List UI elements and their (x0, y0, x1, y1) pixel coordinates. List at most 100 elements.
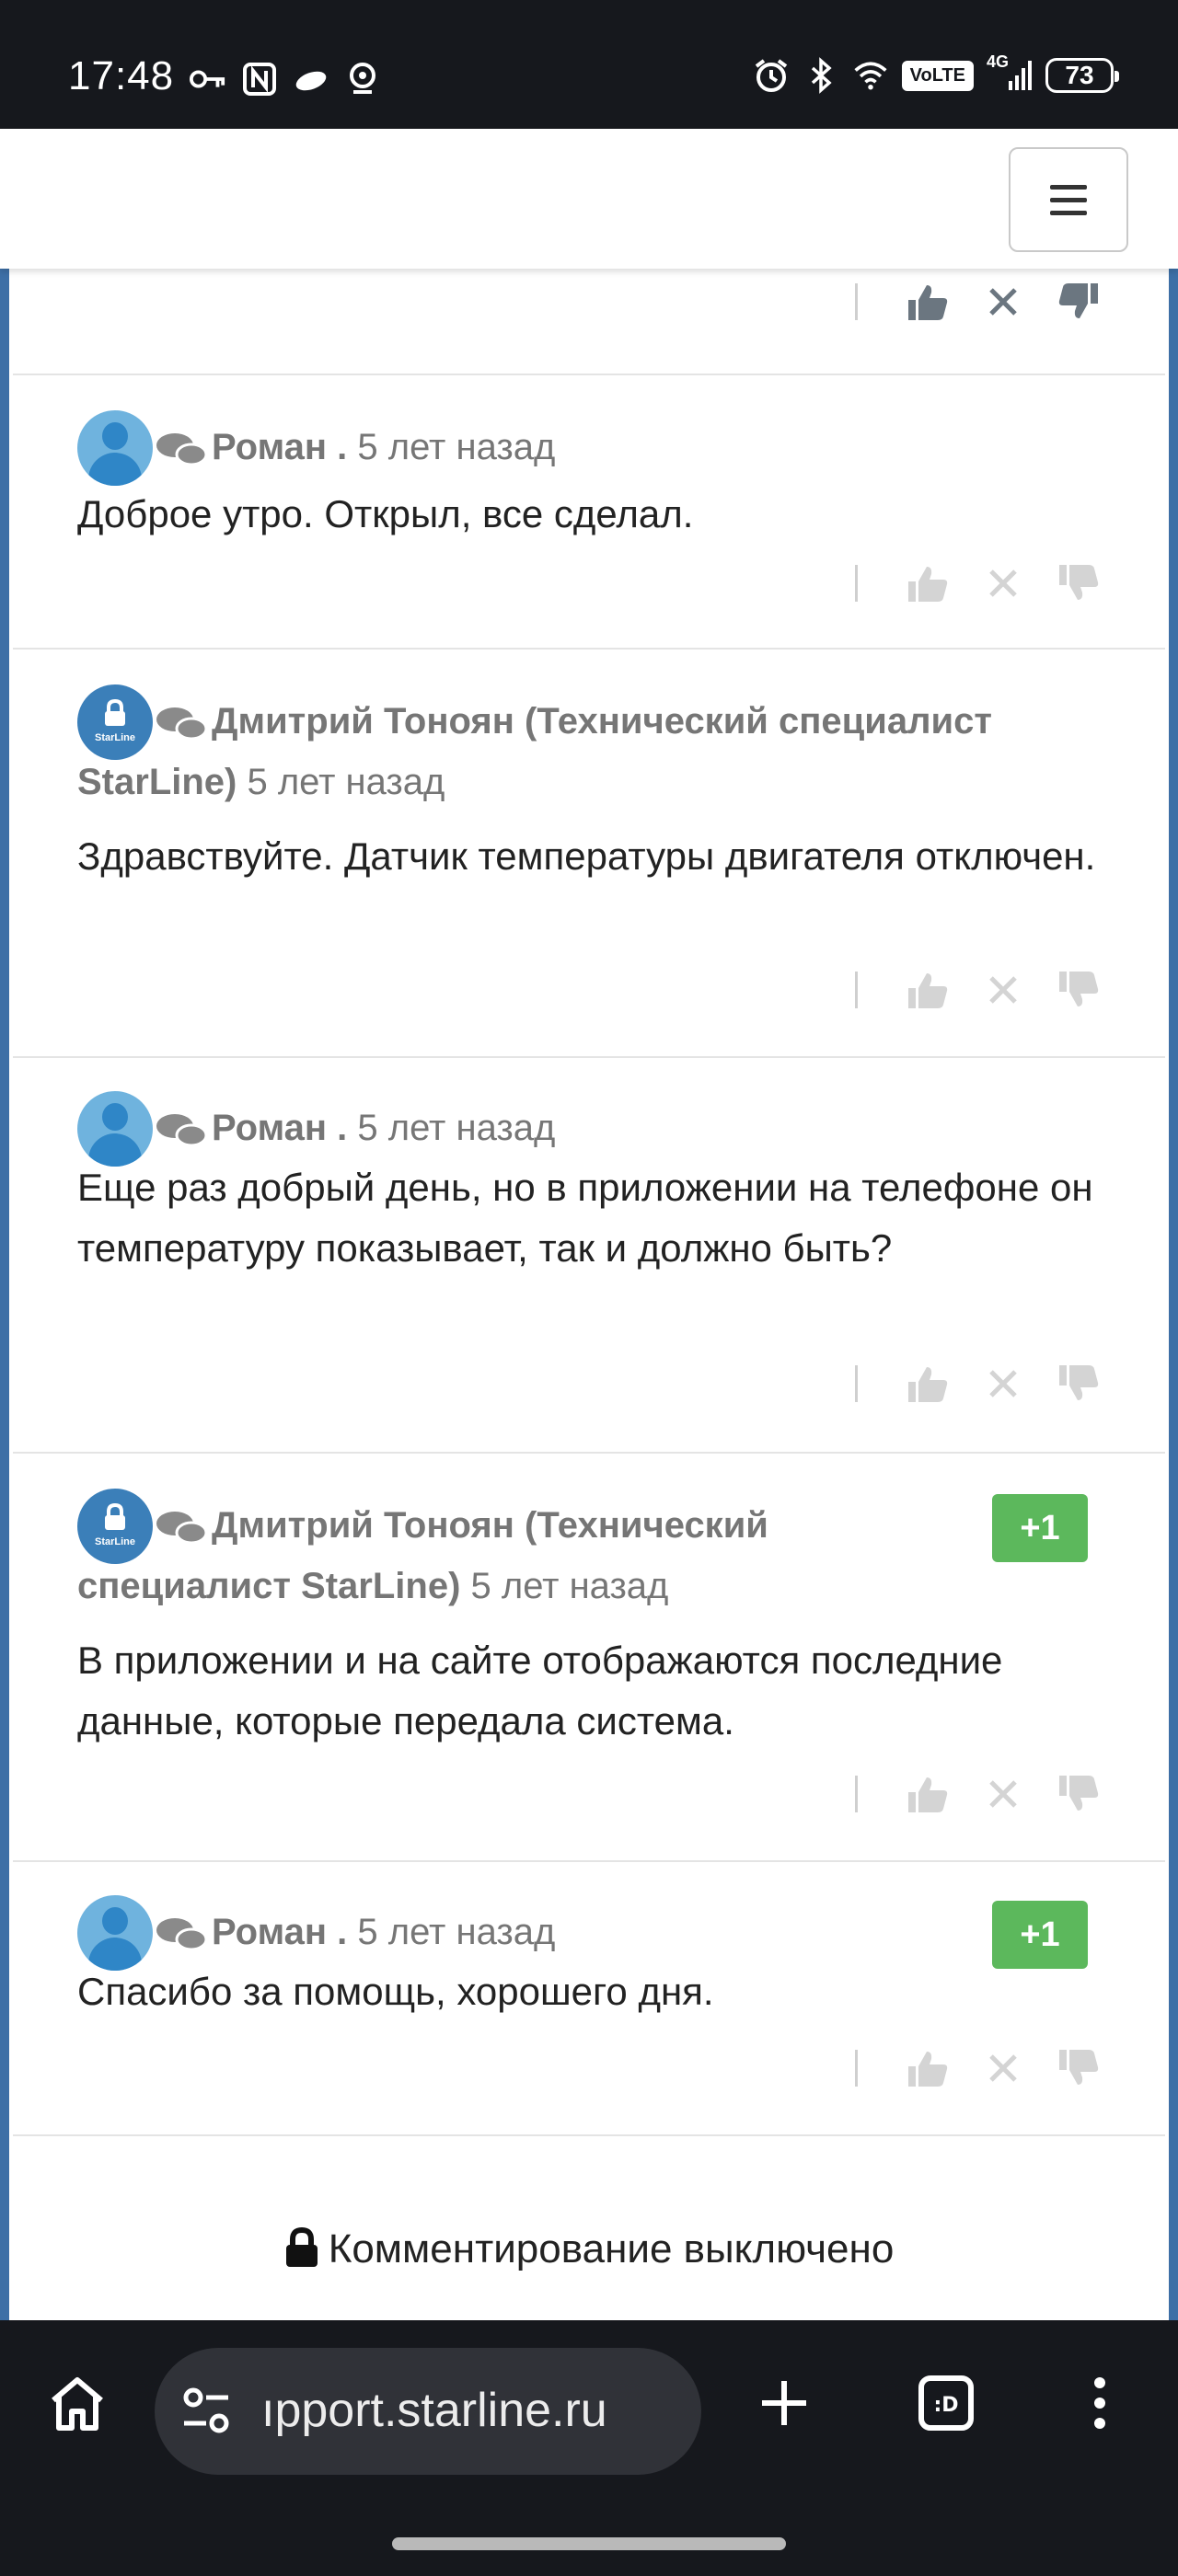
comment: Роман . 5 лет назад +1 Спасибо за помощь… (13, 1862, 1165, 2136)
thumbs-up-icon[interactable] (906, 1362, 950, 1406)
battery-indicator: 73 (1045, 58, 1119, 93)
vote-controls (855, 1362, 1101, 1406)
comment: StarLine Дмитрий Тоноян (Технический спе… (13, 650, 1165, 1058)
thumbs-down-icon[interactable] (1057, 968, 1101, 1012)
comment-author-cont[interactable]: StarLine) (77, 762, 237, 802)
key-icon (190, 61, 226, 98)
comment-meta: Роман . 5 лет назад (155, 410, 555, 484)
status-bar: 17:48 VoLTE 4G 73 (0, 0, 1178, 129)
wifi-icon (852, 57, 889, 94)
comment: Роман . 5 лет назад Доброе утро. Открыл,… (13, 375, 1165, 650)
cloud-icon (293, 61, 329, 98)
comment-meta: Роман . 5 лет назад (155, 1895, 555, 1969)
vote-divider (855, 283, 858, 320)
avatar[interactable]: StarLine (77, 1489, 153, 1564)
browser-toolbar: ıpport.starline.ru :D (0, 2320, 1178, 2576)
notification-icons (190, 59, 381, 99)
site-settings-icon[interactable] (180, 2385, 232, 2436)
system-icons: VoLTE 4G 73 (753, 53, 1119, 94)
comment-author[interactable]: Роман . (212, 1108, 347, 1148)
thumbs-up-icon[interactable] (906, 561, 950, 605)
tab-switcher-button[interactable]: :D (909, 2366, 983, 2440)
thumbs-down-icon[interactable] (1057, 1772, 1101, 1816)
address-bar[interactable]: ıpport.starline.ru (155, 2348, 701, 2475)
svg-text::D: :D (933, 2394, 958, 2417)
thumbs-down-icon[interactable] (1057, 2046, 1101, 2090)
close-icon[interactable] (981, 561, 1025, 605)
home-button[interactable] (40, 2366, 114, 2440)
menu-button[interactable] (1009, 147, 1128, 252)
close-icon[interactable] (981, 2046, 1025, 2090)
thumbs-down-icon[interactable] (1057, 280, 1101, 324)
rating-badge: +1 (992, 1494, 1088, 1562)
plus-icon (762, 2381, 806, 2425)
avatar[interactable] (77, 1091, 153, 1167)
url-text[interactable]: ıpport.starline.ru (261, 2383, 685, 2438)
chat-icon (156, 433, 208, 466)
comment-author[interactable]: Дмитрий Тоноян (Технический специалист (212, 701, 992, 742)
vote-controls (855, 561, 1101, 605)
comment-time[interactable]: 5 лет назад (357, 427, 555, 467)
chat-icon (156, 1114, 208, 1147)
more-vertical-icon (1094, 2377, 1105, 2429)
comment: StarLine Дмитрий Тоноян (Технический +1 … (13, 1454, 1165, 1862)
alarm-icon (753, 57, 790, 94)
thumbs-up-icon[interactable] (906, 968, 950, 1012)
close-icon[interactable] (981, 280, 1025, 324)
right-accent-rail (1169, 269, 1178, 2320)
comment-meta: Роман . 5 лет назад (155, 1091, 555, 1165)
comment-author[interactable]: Роман . (212, 1912, 347, 1952)
clock: 17:48 (68, 53, 175, 98)
thumbs-up-icon[interactable] (906, 280, 950, 324)
avatar-label: StarLine (94, 732, 135, 743)
new-tab-button[interactable] (747, 2366, 821, 2440)
avatar[interactable]: StarLine (77, 684, 153, 760)
thumbs-up-icon[interactable] (906, 1772, 950, 1816)
network-type: 4G (987, 52, 1010, 71)
thumbs-up-icon[interactable] (906, 2046, 950, 2090)
comment-author[interactable]: Дмитрий Тоноян (Технический (212, 1505, 768, 1546)
comment-partial (13, 269, 1165, 375)
avatar[interactable] (77, 1895, 153, 1971)
thumbs-down-icon[interactable] (1057, 1362, 1101, 1406)
nfc-icon (241, 61, 278, 98)
comment-text: Доброе утро. Открыл, все сделал. (77, 492, 694, 535)
comment-text: В приложении и на сайте отображаются пос… (77, 1639, 1003, 1742)
avatar[interactable] (77, 410, 153, 486)
comment-author[interactable]: Роман . (212, 427, 347, 467)
avatar-label: StarLine (94, 1536, 135, 1547)
lock-icon (105, 699, 125, 726)
comment-meta: Дмитрий Тоноян (Технический (155, 1489, 768, 1562)
comment-text: Здравствуйте. Датчик температуры двигате… (77, 834, 1096, 878)
close-icon[interactable] (981, 968, 1025, 1012)
chat-icon (156, 1918, 208, 1951)
comment-author-cont[interactable]: специалист StarLine) (77, 1566, 460, 1606)
vote-controls (855, 968, 1101, 1012)
vote-controls (855, 1772, 1101, 1816)
commenting-disabled-notice: Комментирование выключено (0, 2226, 1178, 2272)
location-icon (344, 61, 381, 98)
comment-time[interactable]: 5 лет назад (471, 1566, 669, 1606)
lock-icon (285, 2226, 318, 2267)
close-icon[interactable] (981, 1362, 1025, 1406)
bluetooth-icon (803, 57, 839, 94)
comment-time[interactable]: 5 лет назад (357, 1108, 555, 1148)
hamburger-icon (1050, 185, 1087, 215)
rating-badge: +1 (992, 1901, 1088, 1969)
more-menu-button[interactable] (1068, 2366, 1132, 2440)
volte-indicator: VoLTE (901, 60, 974, 91)
comment-time[interactable]: 5 лет назад (247, 762, 445, 802)
vote-controls (855, 280, 1101, 324)
signal-icon: 4G (987, 53, 1033, 94)
close-icon[interactable] (981, 1772, 1025, 1816)
thumbs-down-icon[interactable] (1057, 561, 1101, 605)
comment-meta-cont: StarLine) 5 лет назад (77, 762, 445, 803)
comment-meta-cont: специалист StarLine) 5 лет назад (77, 1566, 668, 1607)
comment-text: Спасибо за помощь, хорошего дня. (77, 1970, 714, 2013)
chat-icon (156, 1512, 208, 1545)
comments-area: Роман . 5 лет назад Доброе утро. Открыл,… (0, 269, 1178, 2320)
gesture-bar[interactable] (392, 2537, 786, 2550)
comment: Роман . 5 лет назад Еще раз добрый день,… (13, 1058, 1165, 1454)
vote-controls (855, 2046, 1101, 2090)
comment-time[interactable]: 5 лет назад (357, 1912, 555, 1952)
